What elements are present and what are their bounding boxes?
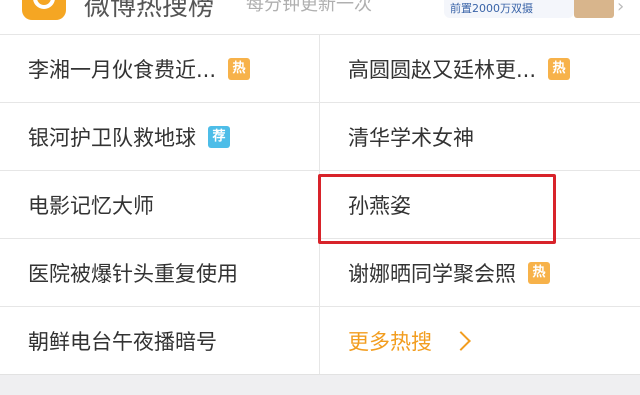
hot-badge: 热: [228, 57, 251, 80]
hot-search-item[interactable]: 银河护卫队救地球 荐: [0, 103, 320, 171]
hot-search-label: 电影记忆大师: [28, 193, 154, 218]
weibo-logo-icon: [22, 0, 66, 20]
more-hot-searches-label: 更多热搜: [348, 330, 432, 354]
ad-text: 前置2000万双摄: [450, 2, 533, 15]
hot-search-label: 谢娜晒同学聚会照: [348, 261, 516, 286]
hot-search-item[interactable]: 医院被爆针头重复使用: [0, 239, 320, 307]
hot-search-label: 李湘一月伙食费近...: [28, 57, 217, 82]
hot-search-item[interactable]: 高圆圆赵又廷林更... 热: [320, 35, 640, 103]
footer-strip: [0, 374, 640, 395]
hot-search-item[interactable]: 电影记忆大师: [0, 171, 320, 239]
chevron-right-icon[interactable]: ›: [617, 0, 624, 17]
hot-search-item[interactable]: 李湘一月伙食费近... 热: [0, 35, 320, 103]
header-bar: 微博热搜榜 每分钟更新一次 前置2000万双摄 ›: [0, 0, 640, 34]
hot-search-item[interactable]: 朝鲜电台午夜播暗号: [0, 307, 320, 375]
header-title: 微博热搜榜: [84, 0, 215, 22]
hot-search-label: 清华学术女神: [348, 125, 474, 150]
hot-badge: 热: [548, 57, 571, 80]
more-hot-searches-link[interactable]: 更多热搜: [320, 307, 640, 375]
highlight-box: [318, 174, 556, 244]
recommended-badge: 荐: [208, 125, 230, 148]
chevron-right-icon: [451, 331, 471, 351]
ad-banner[interactable]: 前置2000万双摄: [444, 0, 574, 18]
hot-search-label: 朝鲜电台午夜播暗号: [28, 330, 217, 354]
hot-search-label: 银河护卫队救地球: [28, 125, 196, 150]
hot-search-item[interactable]: 谢娜晒同学聚会照 热: [320, 239, 640, 307]
ad-thumbnail[interactable]: [574, 0, 614, 18]
hot-search-label: 高圆圆赵又廷林更...: [348, 57, 537, 82]
header-subtitle: 每分钟更新一次: [246, 0, 372, 15]
hot-search-item[interactable]: 清华学术女神: [320, 103, 640, 171]
hot-search-label: 医院被爆针头重复使用: [28, 261, 238, 286]
hot-badge: 热: [528, 261, 550, 284]
